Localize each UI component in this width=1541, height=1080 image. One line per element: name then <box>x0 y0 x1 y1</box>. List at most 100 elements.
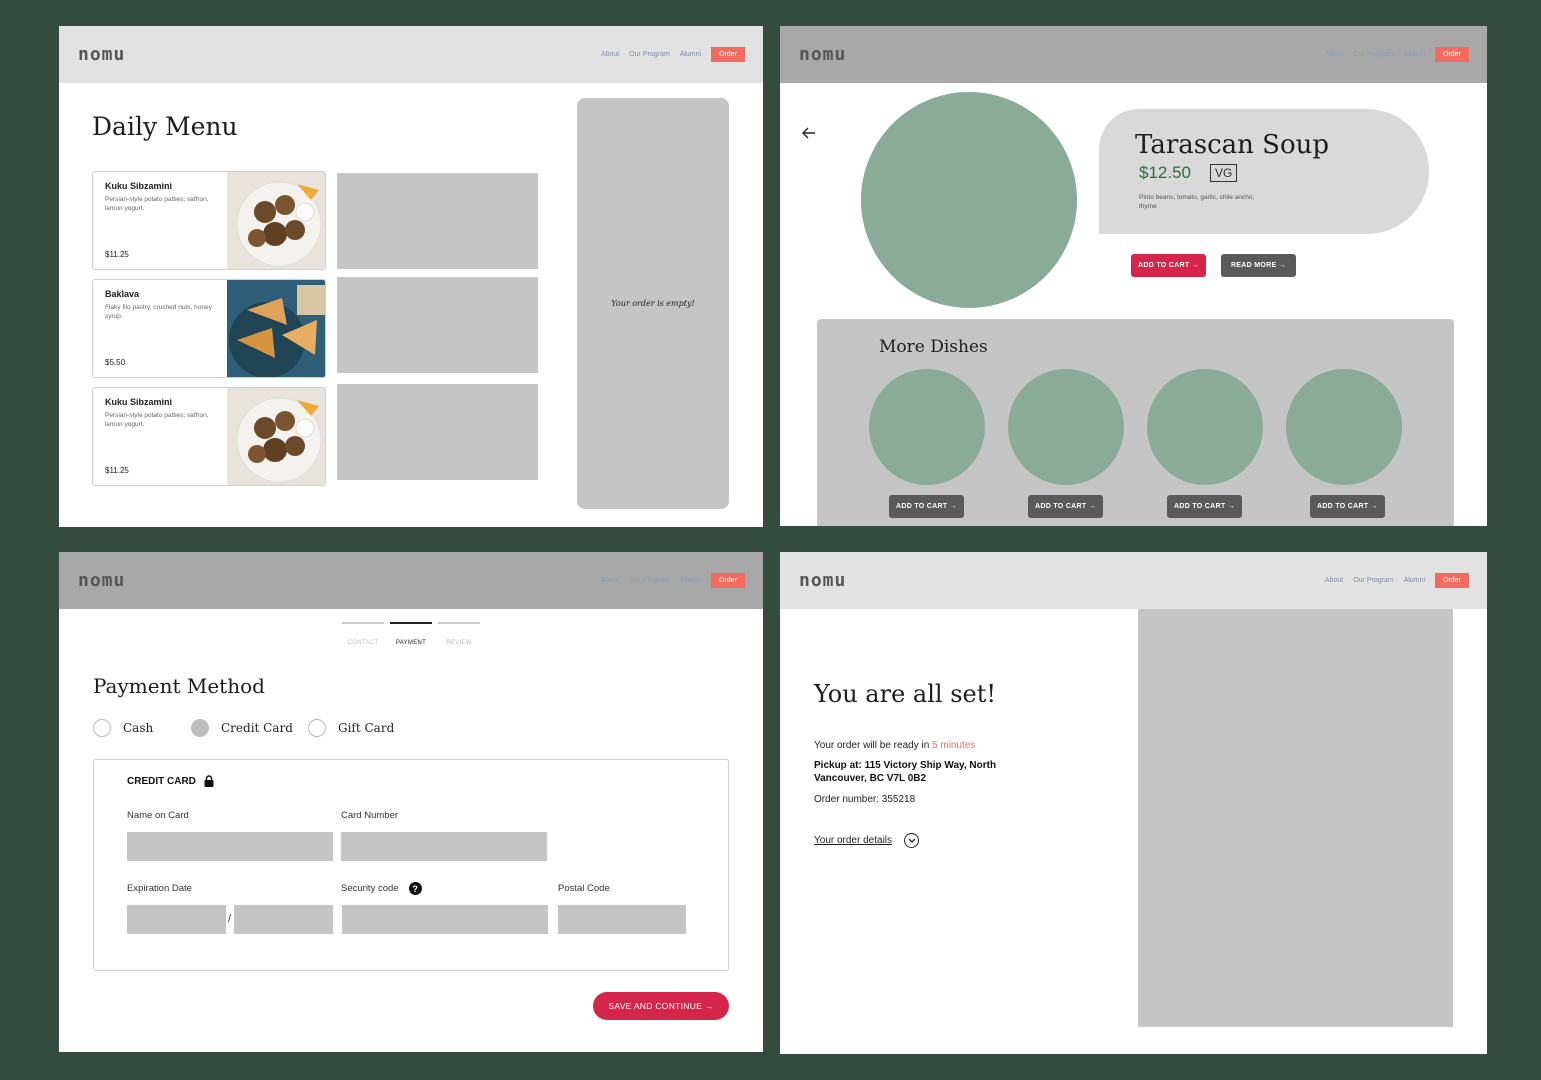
confirmation-screen: nomu About Our Program Alumni Order You … <box>780 552 1487 1054</box>
nav-about[interactable]: About <box>601 577 619 584</box>
dish-card[interactable]: Kuku Sibzamini Persian-style potato patt… <box>92 387 326 486</box>
add-to-cart-button[interactable]: ADD TO CART → <box>1310 495 1385 518</box>
ready-message: Your order will be ready in 5 minutes <box>814 740 975 751</box>
security-code-label: Security code <box>341 883 399 895</box>
nav-order-button[interactable]: Order <box>1435 573 1469 588</box>
expiration-year-field[interactable] <box>234 905 333 934</box>
dish-thumbnail[interactable] <box>869 369 985 485</box>
dish-title: Tarascan Soup <box>1135 130 1330 160</box>
dish-card[interactable]: Baklava Flaky filo pastry, crushed nuts,… <box>92 279 326 378</box>
more-dishes-section: More Dishes ADD TO CART → ADD TO CART → … <box>817 319 1454 526</box>
nav: About Our Program Alumni Order <box>1325 573 1469 588</box>
radio-gift-card[interactable]: Gift Card <box>308 719 394 737</box>
dish-photo <box>227 280 325 377</box>
logo[interactable]: nomu <box>799 570 846 591</box>
dish-description: Flaky filo pastry, crushed nuts, honey s… <box>105 304 212 320</box>
security-code-label-wrap: Security code? <box>341 882 422 895</box>
section-title: More Dishes <box>879 337 988 357</box>
nav-program[interactable]: Our Program <box>629 577 669 584</box>
order-details-toggle[interactable]: Your order details <box>814 833 920 848</box>
nav-about[interactable]: About <box>1325 51 1343 58</box>
step-review[interactable]: REVIEW <box>438 622 480 649</box>
postal-code-field[interactable] <box>558 905 686 934</box>
page-title: Daily Menu <box>92 112 238 141</box>
nav-program[interactable]: Our Program <box>1353 577 1393 584</box>
nav-order-button[interactable]: Order <box>711 573 745 588</box>
radio-cash[interactable]: Cash <box>93 719 153 737</box>
add-to-cart-button[interactable]: ADD TO CART → <box>889 495 964 518</box>
pickup-address: Pickup at: 115 Victory Ship Way, North V… <box>814 760 997 784</box>
radio-button[interactable] <box>191 719 209 737</box>
radio-label: Gift Card <box>338 721 395 735</box>
nav-program[interactable]: Our Program <box>629 51 669 58</box>
nav-about[interactable]: About <box>601 51 619 58</box>
header: nomu About Our Program Alumni Order <box>780 26 1487 83</box>
dish-info-card: Tarascan Soup $12.50 VG Pinto beans, tom… <box>1099 109 1429 234</box>
dish-thumbnail[interactable] <box>1008 369 1124 485</box>
logo[interactable]: nomu <box>78 570 125 591</box>
save-and-continue-button[interactable]: SAVE AND CONTINUE → <box>593 992 729 1020</box>
credit-card-title: CREDIT CARD <box>127 775 196 787</box>
radio-button[interactable] <box>308 719 326 737</box>
dish-photo <box>227 388 325 485</box>
map-placeholder <box>1138 609 1453 1027</box>
add-to-cart-button[interactable]: ADD TO CART → <box>1028 495 1103 518</box>
cart-empty-message: Your order is empty! <box>611 299 695 308</box>
radio-button[interactable] <box>93 719 111 737</box>
dish-photo <box>227 172 325 269</box>
card-number-field[interactable] <box>341 832 547 861</box>
nav-about[interactable]: About <box>1325 577 1343 584</box>
card-number-label: Card Number <box>341 810 399 821</box>
help-icon[interactable]: ? <box>408 882 422 895</box>
page-title: Payment Method <box>93 674 265 698</box>
chevron-down-icon[interactable] <box>904 833 920 848</box>
dish-detail-screen: nomu About Our Program Alumni Order Tara… <box>780 26 1487 526</box>
logo[interactable]: nomu <box>799 44 846 65</box>
dish-name: Kuku Sibzamini <box>105 181 173 191</box>
dish-price: $12.50 <box>1139 163 1191 182</box>
nav: About Our Program Alumni Order <box>601 573 745 588</box>
radio-label: Credit Card <box>221 721 293 735</box>
payment-screen: nomu About Our Program Alumni Order CONT… <box>59 552 763 1052</box>
nav-program[interactable]: Our Program <box>1353 51 1393 58</box>
add-to-cart-button[interactable]: ADD TO CART → <box>1167 495 1242 518</box>
dish-description: Persian-style potato patties, saffron, l… <box>105 196 209 212</box>
logo[interactable]: nomu <box>78 44 125 65</box>
step-label: REVIEW <box>446 640 472 646</box>
vegetarian-badge: VG <box>1210 164 1238 182</box>
dish-price: $5.50 <box>105 358 126 367</box>
credit-card-form: CREDIT CARD Name on Card Card Number Exp… <box>93 759 729 971</box>
nav-alumni[interactable]: Alumni <box>1404 51 1425 58</box>
nav-alumni[interactable]: Alumni <box>680 51 701 58</box>
arrow-left-icon[interactable] <box>802 126 816 142</box>
nav: About Our Program Alumni Order <box>1325 47 1469 62</box>
dish-price: $11.25 <box>105 466 129 475</box>
radio-credit-card[interactable]: Credit Card <box>191 719 293 737</box>
header: nomu About Our Program Alumni Order <box>59 26 763 83</box>
order-details-link[interactable]: Your order details <box>814 835 892 846</box>
dish-name: Kuku Sibzamini <box>105 397 173 407</box>
security-code-field[interactable] <box>342 905 548 934</box>
name-on-card-field[interactable] <box>127 832 333 861</box>
nav-alumni[interactable]: Alumni <box>1404 577 1425 584</box>
step-payment[interactable]: PAYMENT <box>390 622 432 649</box>
lock-icon <box>204 775 214 787</box>
ready-prefix: Your order will be ready in <box>814 740 933 751</box>
expiration-month-field[interactable] <box>127 905 226 934</box>
add-to-cart-button[interactable]: ADD TO CART → <box>1131 254 1206 277</box>
dish-description: Persian-style potato patties, saffron, l… <box>105 412 209 428</box>
daily-menu-screen: nomu About Our Program Alumni Order Dail… <box>59 26 763 527</box>
dish-card[interactable]: Kuku Sibzamini Persian-style potato patt… <box>92 171 326 270</box>
dish-placeholder <box>337 277 538 373</box>
checkout-steps: CONTACT PAYMENT REVIEW <box>342 622 480 649</box>
read-more-button[interactable]: READ MORE → <box>1221 254 1296 277</box>
dish-placeholder <box>337 384 538 480</box>
nav-order-button[interactable]: Order <box>711 47 745 62</box>
dish-thumbnail[interactable] <box>1286 369 1402 485</box>
nav-alumni[interactable]: Alumni <box>680 577 701 584</box>
dish-thumbnail[interactable] <box>1147 369 1263 485</box>
step-contact[interactable]: CONTACT <box>342 622 384 649</box>
dish-image-placeholder <box>861 92 1077 308</box>
dish-placeholder <box>337 173 538 269</box>
nav-order-button[interactable]: Order <box>1435 47 1469 62</box>
